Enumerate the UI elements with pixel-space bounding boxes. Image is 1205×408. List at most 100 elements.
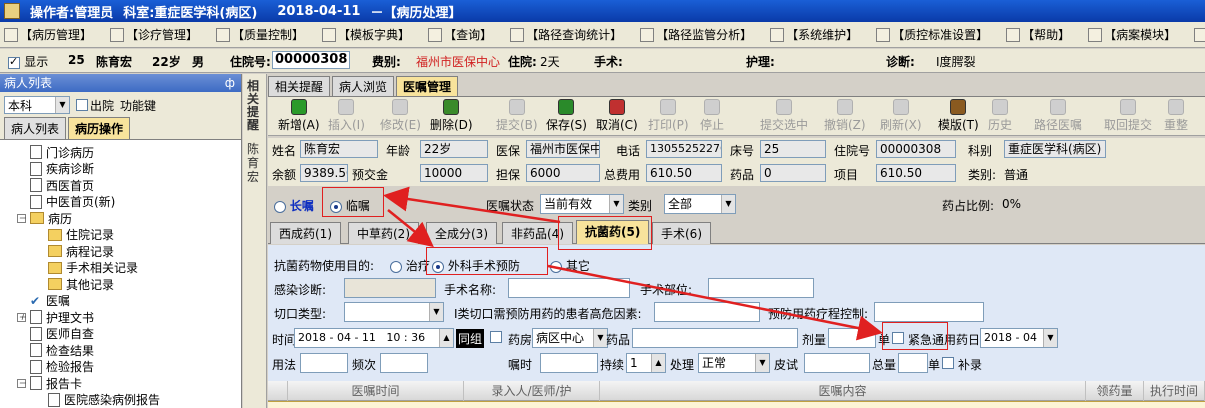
- order-status-select[interactable]: 当前有效 ▼: [540, 194, 624, 214]
- purpose-other-radio[interactable]: 其它: [550, 257, 590, 274]
- surgery-name-input[interactable]: [508, 278, 630, 298]
- col-exec-time[interactable]: 执行时间: [1144, 381, 1205, 401]
- menu-item-4[interactable]: 【查询】: [428, 26, 492, 43]
- chevron-down-icon[interactable]: ▼: [55, 97, 69, 113]
- tab-record-ops[interactable]: 病历操作: [68, 117, 131, 139]
- toolbar-button-4[interactable]: 提交(B): [496, 99, 538, 133]
- toolbar-button-13[interactable]: 历史: [988, 99, 1012, 133]
- temporary-radio-dot[interactable]: [330, 200, 342, 213]
- toolbar-button-3[interactable]: 删除(D): [430, 99, 473, 133]
- menu-item-3[interactable]: 【模板字典】: [322, 26, 410, 43]
- purpose-treatment-radio[interactable]: 治疗: [390, 257, 430, 274]
- menu-item-10[interactable]: 【病案模块】: [1088, 26, 1176, 43]
- urgent-checkbox[interactable]: [892, 332, 904, 344]
- surgery-site-input[interactable]: [708, 278, 814, 298]
- tab-reminders[interactable]: 相关提醒: [268, 76, 331, 96]
- col-order-time[interactable]: 医嘱时间: [288, 381, 464, 401]
- chevron-down-icon[interactable]: ▼: [593, 329, 607, 347]
- instruction-input[interactable]: [540, 353, 598, 373]
- toolbar-button-15[interactable]: 取回提交: [1104, 99, 1152, 133]
- reminder-side-label[interactable]: 相关提醒: [247, 80, 261, 132]
- chevron-down-icon[interactable]: ▼: [609, 195, 623, 213]
- menu-item-9[interactable]: 【帮助】: [1006, 26, 1070, 43]
- tree-node[interactable]: 西医首页: [0, 177, 241, 194]
- col-order-content[interactable]: 医嘱内容: [600, 381, 1086, 401]
- spin-icon[interactable]: ▲: [651, 354, 665, 372]
- tree-node[interactable]: 手术相关记录: [0, 260, 241, 277]
- expand-icon[interactable]: ＋: [17, 312, 26, 322]
- menu-item-0[interactable]: 【病历管理】: [4, 26, 92, 43]
- collapse-icon[interactable]: －: [17, 213, 26, 223]
- tab-antibiotic[interactable]: 抗菌药(5): [576, 220, 650, 244]
- toolbar-button-14[interactable]: 路径医嘱: [1034, 99, 1082, 133]
- tree-node[interactable]: 医师自查: [0, 326, 241, 343]
- tree-node[interactable]: 其他记录: [0, 276, 241, 293]
- temporary-radio[interactable]: 临嘱: [330, 197, 370, 214]
- toolbar-button-2[interactable]: 修改(E): [380, 99, 421, 133]
- tree-node[interactable]: ✔ 医嘱: [0, 293, 241, 310]
- pharmacy-select[interactable]: 病区中心 ▼: [532, 328, 608, 348]
- tree-node[interactable]: ＋ 护理文书: [0, 309, 241, 326]
- dose-input[interactable]: [828, 328, 876, 348]
- collapse-icon[interactable]: －: [17, 378, 26, 388]
- toolbar-button-8[interactable]: 停止: [700, 99, 724, 133]
- col-dispense-qty[interactable]: 领药量: [1086, 381, 1144, 401]
- menu-item-5[interactable]: 【路径查询统计】: [510, 26, 622, 43]
- function-keys-button[interactable]: 功能键: [120, 97, 156, 114]
- chevron-down-icon[interactable]: ▼: [755, 354, 769, 372]
- order-category-select[interactable]: 全部 ▼: [664, 194, 736, 214]
- toolbar-button-16[interactable]: 重整: [1164, 99, 1188, 133]
- tab-order-management[interactable]: 医嘱管理: [396, 76, 459, 96]
- backfill-checkbox[interactable]: [942, 357, 954, 369]
- tree-node[interactable]: － 病历: [0, 210, 241, 227]
- tree-node[interactable]: 疾病诊断: [0, 161, 241, 178]
- long-term-radio[interactable]: 长嘱: [274, 197, 314, 214]
- chevron-down-icon[interactable]: ▼: [1043, 329, 1057, 347]
- tree-node[interactable]: 检查结果: [0, 342, 241, 359]
- spin-icon[interactable]: ▲: [439, 329, 453, 347]
- discharged-checkbox[interactable]: [76, 99, 88, 111]
- tree-node[interactable]: 医院感染病例报告: [0, 392, 241, 408]
- toolbar-button-6[interactable]: 取消(C): [596, 99, 638, 133]
- toolbar-button-0[interactable]: 新增(A): [278, 99, 320, 133]
- frequency-input[interactable]: [380, 353, 428, 373]
- skin-test-input[interactable]: [804, 353, 870, 373]
- table-row[interactable]: [268, 401, 1205, 408]
- duration-spinner[interactable]: 1 ▲: [626, 353, 666, 373]
- tab-patient-list[interactable]: 病人列表: [4, 117, 67, 139]
- prophylaxis-course-input[interactable]: [874, 302, 984, 322]
- menu-item-1[interactable]: 【诊疗管理】: [110, 26, 198, 43]
- show-toggle[interactable]: 显示: [8, 53, 48, 70]
- toolbar-button-10[interactable]: 撤销(Z): [824, 99, 866, 133]
- menu-item-6[interactable]: 【路径监管分析】: [640, 26, 752, 43]
- show-checkbox[interactable]: [8, 55, 20, 69]
- tree-node[interactable]: 病程记录: [0, 243, 241, 260]
- tree-node[interactable]: 中医首页(新): [0, 194, 241, 211]
- order-time-picker[interactable]: 2018 - 04 - 11 10 : 36 ▲: [294, 328, 454, 348]
- tree-node[interactable]: 检验报告: [0, 359, 241, 376]
- col-entered-by[interactable]: 录入人/医师/护: [464, 381, 600, 401]
- purpose-other-dot[interactable]: [550, 260, 562, 273]
- risk-factor-input[interactable]: [654, 302, 760, 322]
- tab-non-drug[interactable]: 非药品(4): [502, 222, 573, 244]
- tab-full-ingredient[interactable]: 全成分(3): [426, 222, 497, 244]
- toolbar-button-12[interactable]: 模版(T): [938, 99, 979, 133]
- incision-type-select[interactable]: ▼: [344, 302, 444, 322]
- toolbar-button-11[interactable]: 刷新(X): [880, 99, 922, 133]
- toolbar-button-7[interactable]: 打印(P): [648, 99, 689, 133]
- pin-icon[interactable]: ф: [225, 74, 235, 92]
- tree-node[interactable]: － 报告卡: [0, 375, 241, 392]
- chevron-down-icon[interactable]: ▼: [721, 195, 735, 213]
- toolbar-button-9[interactable]: 提交选中: [760, 99, 808, 133]
- menu-item-8[interactable]: 【质控标准设置】: [876, 26, 988, 43]
- process-select[interactable]: 正常 ▼: [698, 353, 770, 373]
- tree-node[interactable]: 门诊病历: [0, 144, 241, 161]
- drug-input[interactable]: [632, 328, 798, 348]
- tab-western-drug[interactable]: 西成药(1): [270, 222, 341, 244]
- toolbar-button-1[interactable]: 插入(I): [328, 99, 365, 133]
- usage-input[interactable]: [300, 353, 348, 373]
- total-qty-input[interactable]: [898, 353, 928, 373]
- long-term-radio-dot[interactable]: [274, 200, 286, 213]
- tree-node[interactable]: 住院记录: [0, 227, 241, 244]
- tab-patient-browse[interactable]: 病人浏览: [332, 76, 395, 96]
